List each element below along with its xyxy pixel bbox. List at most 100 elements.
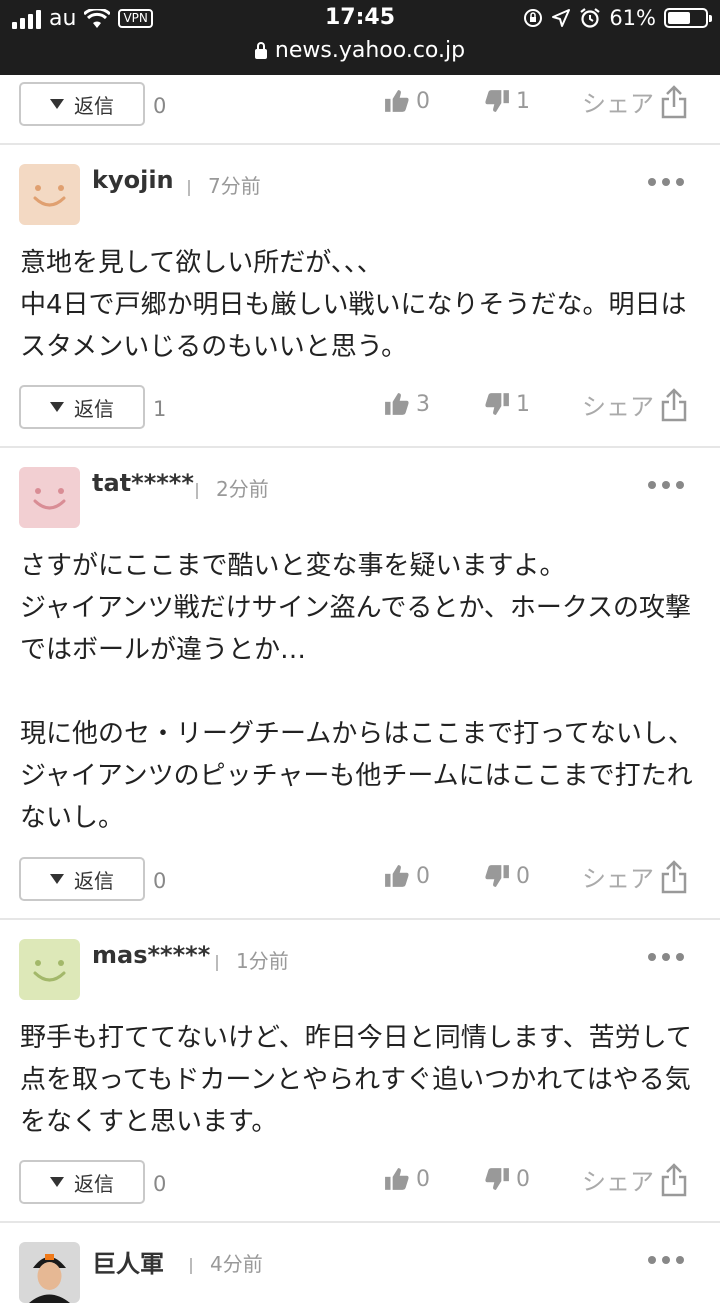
action-row: 返信 0 0 0 シェア bbox=[0, 857, 720, 905]
thumbs-up-icon bbox=[385, 865, 409, 887]
post-time: 7分前 bbox=[188, 170, 261, 199]
more-options-icon[interactable] bbox=[648, 953, 684, 961]
caret-down-icon bbox=[50, 874, 64, 884]
url-bar[interactable]: news.yahoo.co.jp bbox=[0, 38, 720, 63]
dislike-count: 1 bbox=[516, 391, 530, 417]
divider bbox=[196, 482, 198, 499]
reply-count: 0 bbox=[153, 1172, 167, 1196]
username[interactable]: mas***** bbox=[92, 941, 210, 969]
like-button[interactable]: 0 bbox=[384, 1166, 430, 1192]
thumbs-up-icon bbox=[385, 393, 409, 415]
share-icon bbox=[661, 84, 687, 118]
reply-count: 0 bbox=[153, 869, 167, 893]
status-right: 61% bbox=[523, 6, 712, 30]
alarm-icon bbox=[580, 8, 600, 28]
like-button[interactable]: 3 bbox=[384, 391, 430, 417]
thumbs-up-icon bbox=[385, 1168, 409, 1190]
comment-text: 意地を見して欲しい所だが、、、 中4日で戸郷か明日も厳しい戦いになりそうだな。明… bbox=[20, 242, 700, 368]
share-icon bbox=[661, 387, 687, 421]
like-count: 0 bbox=[416, 88, 430, 114]
like-count: 0 bbox=[416, 1166, 430, 1192]
share-button[interactable]: シェア bbox=[582, 1162, 688, 1197]
url-text: news.yahoo.co.jp bbox=[274, 38, 466, 63]
status-bar: au VPN 17:45 61% news.yahoo.co.jp bbox=[0, 0, 720, 75]
dislike-button[interactable]: 0 bbox=[484, 863, 530, 889]
like-button[interactable]: 0 bbox=[384, 863, 430, 889]
share-label: シェア bbox=[582, 865, 654, 893]
comment-text: さすがにここまで酷いと変な事を疑いますよ。 ジャイアンツ戦だけサイン盗んでるとか… bbox=[20, 545, 700, 839]
comment-paragraph: さすがにここまで酷いと変な事を疑いますよ。 ジャイアンツ戦だけサイン盗んでるとか… bbox=[20, 551, 692, 665]
reply-button[interactable]: 返信 bbox=[19, 1160, 145, 1204]
battery-percent: 61% bbox=[609, 6, 656, 30]
dislike-count: 0 bbox=[516, 863, 530, 889]
like-count: 3 bbox=[416, 391, 430, 417]
caret-down-icon bbox=[50, 99, 64, 109]
separator bbox=[0, 918, 720, 920]
dislike-button[interactable]: 1 bbox=[484, 88, 530, 114]
more-options-icon[interactable] bbox=[648, 1256, 684, 1264]
post-time: 2分前 bbox=[196, 473, 269, 502]
post-time: 4分前 bbox=[190, 1248, 263, 1277]
avatar[interactable] bbox=[19, 467, 80, 528]
time-text: 2分前 bbox=[216, 477, 269, 501]
more-options-icon[interactable] bbox=[648, 178, 684, 186]
share-label: シェア bbox=[582, 90, 654, 118]
share-icon bbox=[661, 859, 687, 893]
location-icon bbox=[552, 9, 571, 27]
share-label: シェア bbox=[582, 393, 654, 421]
share-button[interactable]: シェア bbox=[582, 387, 688, 422]
more-options-icon[interactable] bbox=[648, 481, 684, 489]
reply-label: 返信 bbox=[74, 868, 114, 893]
username[interactable]: tat***** bbox=[92, 469, 194, 497]
thumbs-down-icon bbox=[485, 90, 509, 112]
username[interactable]: kyojin bbox=[92, 166, 174, 194]
share-button[interactable]: シェア bbox=[582, 859, 688, 894]
caret-down-icon bbox=[50, 1177, 64, 1187]
reply-label: 返信 bbox=[74, 1171, 114, 1196]
username[interactable]: 巨人軍 bbox=[92, 1244, 164, 1279]
avatar[interactable] bbox=[19, 1242, 80, 1303]
comment-paragraph: 意地を見して欲しい所だが、、、 中4日で戸郷か明日も厳しい戦いになりそうだな。明… bbox=[20, 248, 687, 362]
like-button[interactable]: 0 bbox=[384, 88, 430, 114]
thumbs-up-icon bbox=[385, 90, 409, 112]
divider bbox=[188, 179, 190, 196]
action-row: 返信 0 0 0 シェア bbox=[0, 1160, 720, 1208]
avatar[interactable] bbox=[19, 164, 80, 225]
action-row: 返信 0 0 1 シェア bbox=[0, 82, 720, 130]
smiley-avatar-icon bbox=[19, 939, 80, 1000]
reply-count: 0 bbox=[153, 94, 167, 118]
time-text: 4分前 bbox=[210, 1252, 263, 1276]
divider bbox=[190, 1257, 192, 1274]
comment-paragraph: 野手も打ててないけど、昨日今日と同情します、苦労して点を取ってもドカーンとやられ… bbox=[20, 1023, 692, 1137]
time-text: 7分前 bbox=[208, 174, 261, 198]
dislike-button[interactable]: 0 bbox=[484, 1166, 530, 1192]
share-label: シェア bbox=[582, 1168, 654, 1196]
orientation-lock-icon bbox=[524, 9, 543, 27]
action-row: 返信 1 3 1 シェア bbox=[0, 385, 720, 433]
reply-button[interactable]: 返信 bbox=[19, 857, 145, 901]
dislike-button[interactable]: 1 bbox=[484, 391, 530, 417]
share-button[interactable]: シェア bbox=[582, 84, 688, 119]
comment-paragraph: 現に他のセ・リーグチームからはここまで打ってないし、ジャイアンツのピッチャーも他… bbox=[20, 719, 694, 833]
thumbs-down-icon bbox=[485, 865, 509, 887]
reply-button[interactable]: 返信 bbox=[19, 82, 145, 126]
share-icon bbox=[661, 1162, 687, 1196]
reply-label: 返信 bbox=[74, 93, 114, 118]
separator bbox=[0, 143, 720, 145]
avatar[interactable] bbox=[19, 939, 80, 1000]
thumbs-down-icon bbox=[485, 1168, 509, 1190]
lock-icon bbox=[254, 41, 267, 59]
like-count: 0 bbox=[416, 863, 430, 889]
dislike-count: 0 bbox=[516, 1166, 530, 1192]
comment-text: 野手も打ててないけど、昨日今日と同情します、苦労して点を取ってもドカーンとやられ… bbox=[20, 1017, 700, 1143]
time-text: 1分前 bbox=[236, 949, 289, 973]
post-time: 1分前 bbox=[216, 945, 289, 974]
thumbs-down-icon bbox=[485, 393, 509, 415]
smiley-avatar-icon bbox=[19, 164, 80, 225]
reply-button[interactable]: 返信 bbox=[19, 385, 145, 429]
smiley-avatar-icon bbox=[19, 467, 80, 528]
dislike-count: 1 bbox=[516, 88, 530, 114]
player-photo-avatar bbox=[19, 1242, 80, 1303]
reply-label: 返信 bbox=[74, 396, 114, 421]
caret-down-icon bbox=[50, 402, 64, 412]
